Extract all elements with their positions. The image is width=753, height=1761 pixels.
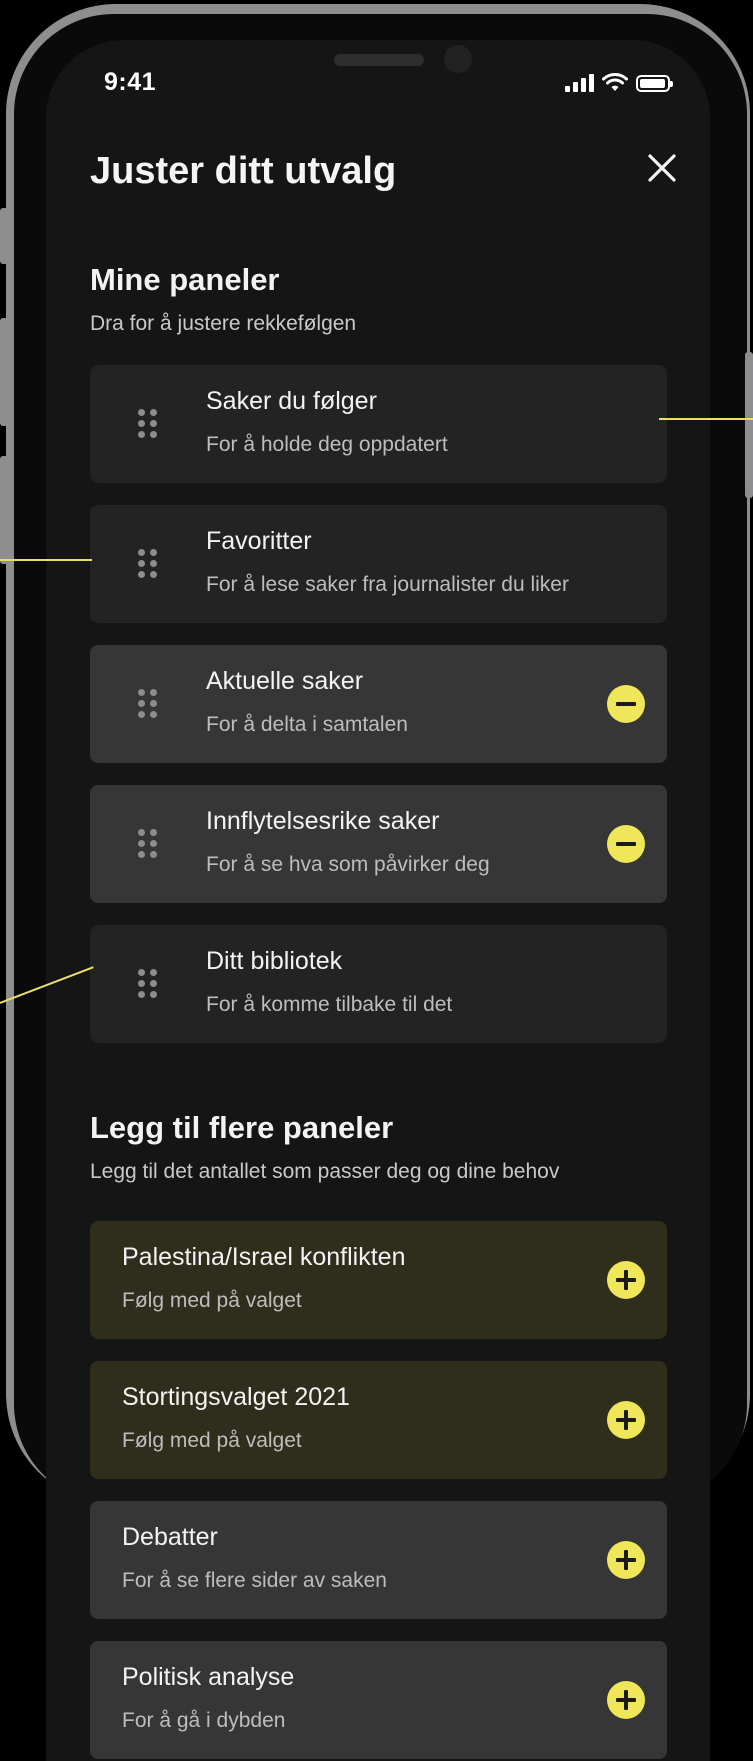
panel-card-current[interactable]: Aktuelle saker For å delta i samtalen xyxy=(90,645,667,763)
panel-title: Ditt bibliotek xyxy=(206,947,343,975)
speaker-grille xyxy=(334,54,424,66)
panel-title: Favoritter xyxy=(206,527,312,555)
drag-handle-icon[interactable] xyxy=(138,829,158,859)
remove-panel-button[interactable] xyxy=(607,685,645,723)
add-card-debates[interactable]: Debatter For å se flere sider av saken xyxy=(90,1501,667,1619)
panel-subtitle: For å holde deg oppdatert xyxy=(206,433,448,456)
add-panel-subtitle: For å gå i dybden xyxy=(122,1709,286,1732)
panel-card-influential[interactable]: Innflytelsesrike saker For å se hva som … xyxy=(90,785,667,903)
add-panel-title: Palestina/Israel konflikten xyxy=(122,1243,406,1271)
panel-title: Aktuelle saker xyxy=(206,667,364,695)
add-panel-subtitle: Følg med på valget xyxy=(122,1289,302,1312)
panel-title: Innflytelsesrike saker xyxy=(206,807,440,835)
page-title: Juster ditt utvalg xyxy=(90,150,397,192)
wifi-icon xyxy=(602,73,628,91)
annotation-line xyxy=(0,559,92,561)
mute-switch xyxy=(0,208,8,264)
my-panels-title: Mine paneler xyxy=(90,262,280,297)
volume-down-button xyxy=(0,456,8,564)
panel-subtitle: For å komme tilbake til det xyxy=(206,993,453,1016)
my-panels-subtitle: Dra for å justere rekkefølgen xyxy=(90,312,357,335)
panel-subtitle: For å lese saker fra journalister du lik… xyxy=(206,573,569,596)
status-icons xyxy=(565,72,673,94)
drag-handle-icon[interactable] xyxy=(138,549,158,579)
add-panel-title: Stortingsvalget 2021 xyxy=(122,1383,350,1411)
panel-subtitle: For å se hva som påvirker deg xyxy=(206,853,490,876)
add-panel-button[interactable] xyxy=(607,1261,645,1299)
add-card-election-2021[interactable]: Stortingsvalget 2021 Følg med på valget xyxy=(90,1361,667,1479)
panel-subtitle: For å delta i samtalen xyxy=(206,713,408,736)
add-card-palestine-israel[interactable]: Palestina/Israel konflikten Følg med på … xyxy=(90,1221,667,1339)
close-icon xyxy=(648,154,676,182)
front-camera xyxy=(444,45,472,73)
add-panel-button[interactable] xyxy=(607,1681,645,1719)
drag-handle-icon[interactable] xyxy=(138,969,158,999)
add-panel-button[interactable] xyxy=(607,1541,645,1579)
add-card-political-analysis[interactable]: Politisk analyse For å gå i dybden xyxy=(90,1641,667,1759)
close-button[interactable] xyxy=(644,150,680,186)
annotation-line xyxy=(659,418,753,420)
add-panel-title: Debatter xyxy=(122,1523,218,1551)
add-panel-subtitle: For å se flere sider av saken xyxy=(122,1569,387,1592)
battery-icon xyxy=(636,74,673,92)
panel-title: Saker du følger xyxy=(206,387,377,415)
power-button xyxy=(745,352,753,498)
add-panels-title: Legg til flere paneler xyxy=(90,1110,394,1145)
remove-panel-button[interactable] xyxy=(607,825,645,863)
add-panels-subtitle: Legg til det antallet som passer deg og … xyxy=(90,1160,560,1183)
minus-icon xyxy=(616,842,636,846)
drag-handle-icon[interactable] xyxy=(138,409,158,439)
status-time: 9:41 xyxy=(104,68,157,96)
minus-icon xyxy=(616,702,636,706)
cellular-signal-icon xyxy=(565,74,594,92)
add-panel-button[interactable] xyxy=(607,1401,645,1439)
panel-card-favorites[interactable]: Favoritter For å lese saker fra journali… xyxy=(90,505,667,623)
panel-card-library[interactable]: Ditt bibliotek For å komme tilbake til d… xyxy=(90,925,667,1043)
drag-handle-icon[interactable] xyxy=(138,689,158,719)
add-panel-title: Politisk analyse xyxy=(122,1663,295,1691)
volume-up-button xyxy=(0,318,8,426)
panel-card-following[interactable]: Saker du følger For å holde deg oppdater… xyxy=(90,365,667,483)
add-panel-subtitle: Følg med på valget xyxy=(122,1429,302,1452)
